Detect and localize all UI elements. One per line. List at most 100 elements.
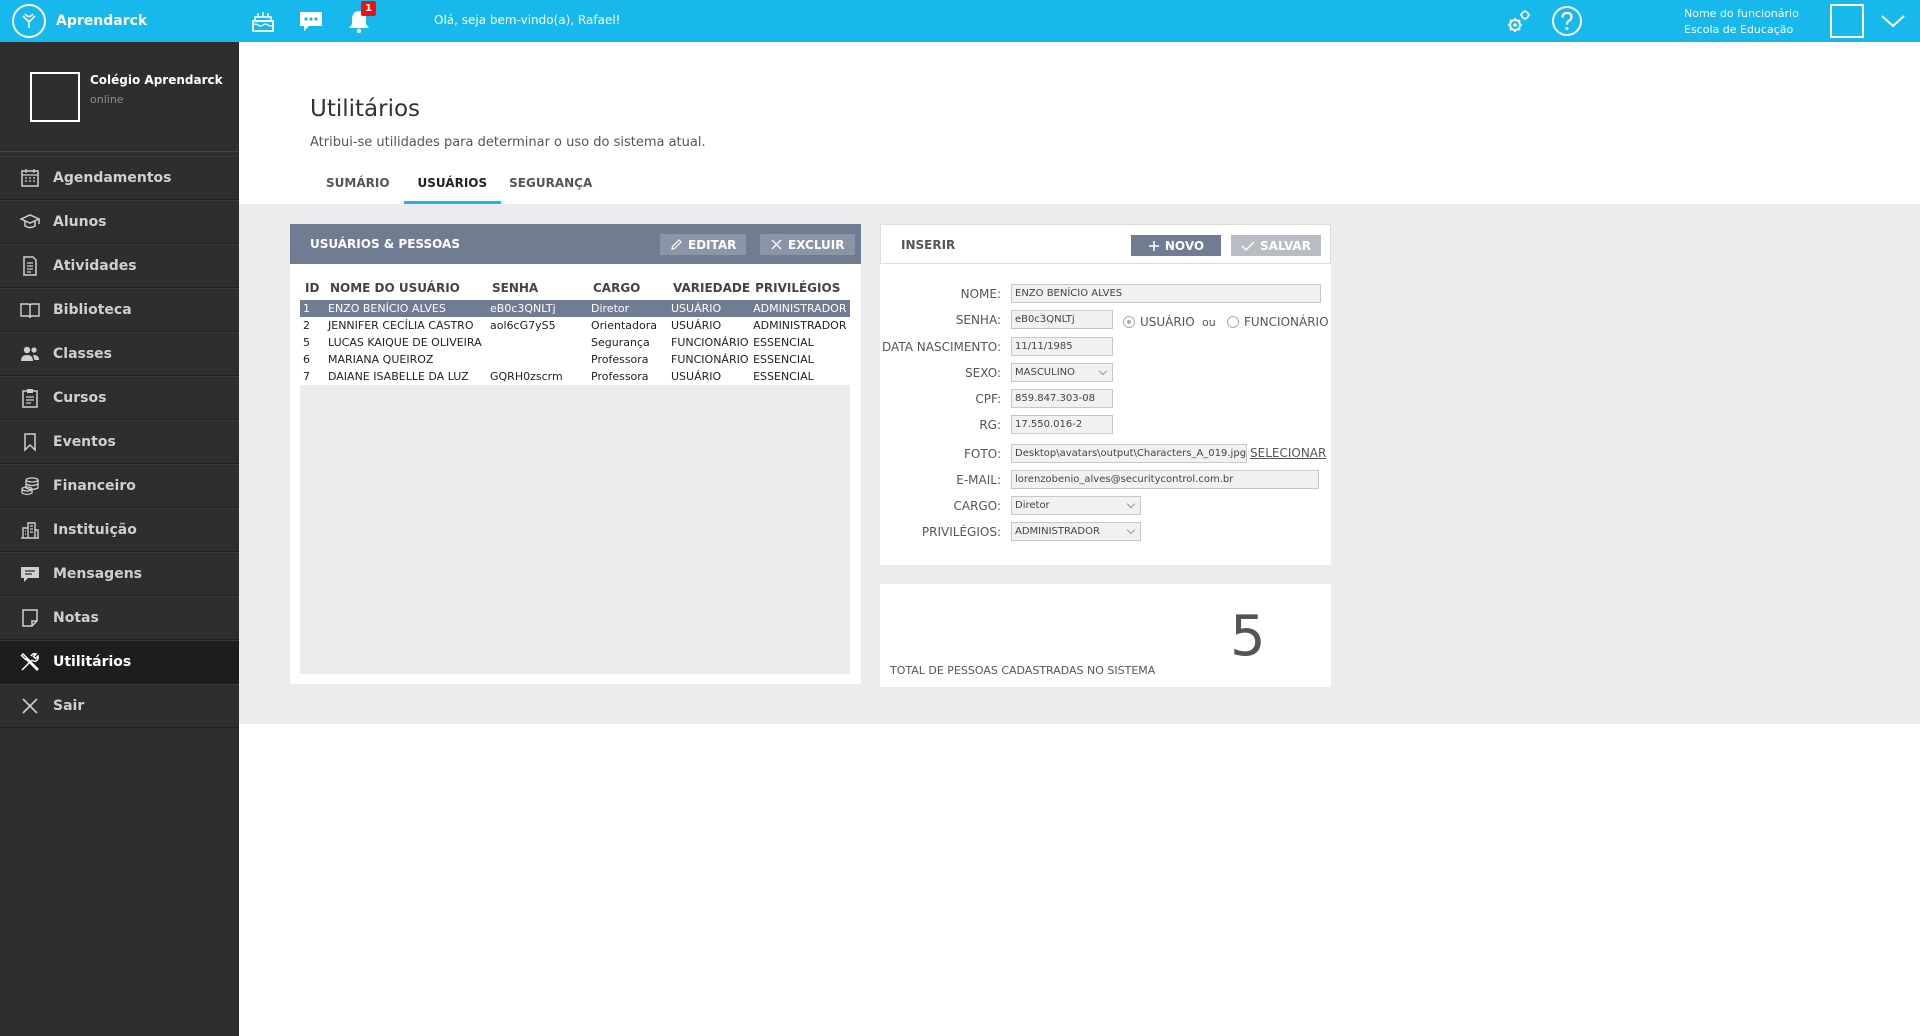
- users-panel-title: USUÁRIOS & PESSOAS: [310, 237, 460, 251]
- tools-icon: [20, 653, 39, 671]
- select-photo-link[interactable]: SELECIONAR: [1250, 446, 1326, 460]
- sidebar-item-label: Eventos: [53, 434, 116, 450]
- sidebar-item-eventos[interactable]: Eventos: [0, 420, 239, 464]
- sidebar-item-mensagens[interactable]: Mensagens: [0, 552, 239, 596]
- check-icon: [1241, 240, 1255, 251]
- chevron-down-icon[interactable]: [1878, 10, 1908, 32]
- cell-variety: FUNCIONÁRIO: [668, 351, 751, 368]
- cell-password: aol6cG7yS5: [487, 317, 588, 334]
- cell-role: Segurança: [588, 334, 668, 351]
- users-panel: USUÁRIOS & PESSOAS EDITAR EXCLUIR ID NOM…: [290, 224, 861, 684]
- save-button[interactable]: SALVAR: [1231, 235, 1321, 256]
- sidebar-item-notas[interactable]: Notas: [0, 596, 239, 640]
- sidebar-item-label: Cursos: [53, 390, 107, 406]
- table-row[interactable]: 6 MARIANA QUEIROZ Professora FUNCIONÁRIO…: [300, 351, 850, 368]
- sidebar-menu: Agendamentos Alunos Atividades Bibliotec…: [0, 156, 239, 728]
- sidebar-item-label: Notas: [53, 610, 99, 626]
- cell-privileges: ADMINISTRADOR: [750, 300, 850, 317]
- column-header-privileges[interactable]: PRIVILÉGIOS: [750, 276, 850, 300]
- cell-name: MARIANA QUEIROZ: [325, 351, 487, 368]
- users-table-area: ID NOME DO USUÁRIO SENHA CARGO VARIEDADE…: [300, 276, 850, 674]
- radio-user[interactable]: USUÁRIO: [1123, 315, 1195, 329]
- sidebar-item-cursos[interactable]: Cursos: [0, 376, 239, 420]
- sidebar-item-instituicao[interactable]: Instituição: [0, 508, 239, 552]
- name-label: NOME:: [960, 287, 1001, 301]
- tab-seguranca[interactable]: SEGURANÇA: [501, 170, 600, 204]
- brand[interactable]: Aprendarck: [12, 4, 147, 38]
- cell-privileges: ESSENCIAL: [750, 334, 850, 351]
- sidebar-item-classes[interactable]: Classes: [0, 332, 239, 376]
- privileges-label: PRIVILÉGIOS:: [921, 525, 1001, 539]
- close-icon: [771, 239, 782, 250]
- sidebar-item-utilitarios[interactable]: Utilitários: [0, 640, 239, 684]
- radio-employee-label: FUNCIONÁRIO: [1244, 315, 1329, 329]
- password-field[interactable]: eB0c3QNLTj: [1011, 310, 1113, 329]
- building-icon: [21, 522, 39, 539]
- radio-employee[interactable]: FUNCIONÁRIO: [1227, 315, 1329, 329]
- birth-date-label: DATA NASCIMENTO:: [882, 340, 1001, 354]
- sidebar-item-label: Agendamentos: [53, 170, 172, 186]
- photo-label: FOTO:: [964, 447, 1001, 461]
- cell-variety: USUÁRIO: [668, 368, 751, 385]
- cell-id: 2: [300, 317, 325, 334]
- column-header-role[interactable]: CARGO: [588, 276, 668, 300]
- user-avatar[interactable]: [1830, 4, 1864, 38]
- radio-employee-indicator: [1227, 316, 1239, 328]
- column-header-password[interactable]: SENHA: [487, 276, 588, 300]
- email-field[interactable]: lorenzobenio_alves@securitycontrol.com.b…: [1011, 470, 1319, 489]
- users-panel-header: USUÁRIOS & PESSOAS EDITAR EXCLUIR: [290, 224, 861, 264]
- new-button[interactable]: NOVO: [1131, 235, 1221, 256]
- cell-role: Orientadora: [588, 317, 668, 334]
- cell-privileges: ADMINISTRADOR: [750, 317, 850, 334]
- edit-button[interactable]: EDITAR: [660, 234, 747, 255]
- cell-variety: FUNCIONÁRIO: [668, 334, 751, 351]
- cell-password: GQRH0zscrm: [487, 368, 588, 385]
- close-icon: [22, 698, 38, 714]
- rg-label: RG:: [979, 418, 1001, 432]
- table-row[interactable]: 7 DAIANE ISABELLE DA LUZ GQRH0zscrm Prof…: [300, 368, 850, 385]
- sidebar-item-atividades[interactable]: Atividades: [0, 244, 239, 288]
- sidebar-item-biblioteca[interactable]: Biblioteca: [0, 288, 239, 332]
- photo-path-field[interactable]: Desktop\avatars\output\Characters_A_019.…: [1011, 444, 1247, 463]
- cell-name: LUCAS KAIQUE DE OLIVEIRA: [325, 334, 487, 351]
- radio-user-label: USUÁRIO: [1140, 315, 1195, 329]
- column-header-id[interactable]: ID: [300, 276, 325, 300]
- sidebar-item-agendamentos[interactable]: Agendamentos: [0, 156, 239, 200]
- delete-button-label: EXCLUIR: [788, 237, 845, 252]
- name-field[interactable]: ENZO BENÍCIO ALVES: [1011, 284, 1321, 303]
- sidebar-item-financeiro[interactable]: Financeiro: [0, 464, 239, 508]
- help-icon[interactable]: [1550, 4, 1584, 38]
- table-row[interactable]: 2 JENNIFER CECÍLIA CASTRO aol6cG7yS5 Ori…: [300, 317, 850, 334]
- page-title: Utilitários: [310, 96, 421, 122]
- insert-panel-title: INSERIR: [901, 238, 956, 252]
- birth-date-field[interactable]: 11/11/1985: [1011, 337, 1113, 356]
- cell-role: Professora: [588, 351, 668, 368]
- sex-select[interactable]: MASCULINO: [1011, 363, 1113, 382]
- document-icon: [23, 256, 37, 276]
- sidebar-item-label: Instituição: [53, 522, 137, 538]
- password-label: SENHA:: [955, 313, 1001, 327]
- chat-icon[interactable]: [294, 4, 328, 38]
- pencil-icon: [671, 239, 682, 250]
- birthday-cake-icon[interactable]: [246, 4, 280, 38]
- sidebar-item-label: Mensagens: [53, 566, 142, 582]
- column-header-name[interactable]: NOME DO USUÁRIO: [325, 276, 487, 300]
- table-header-row: ID NOME DO USUÁRIO SENHA CARGO VARIEDADE…: [300, 276, 850, 300]
- cell-role: Diretor: [588, 300, 668, 317]
- delete-button[interactable]: EXCLUIR: [760, 234, 855, 255]
- privileges-select[interactable]: ADMINISTRADOR: [1011, 522, 1141, 541]
- table-row[interactable]: 1 ENZO BENÍCIO ALVES eB0c3QNLTj Diretor …: [300, 300, 850, 317]
- table-row[interactable]: 5 LUCAS KAIQUE DE OLIVEIRA Segurança FUN…: [300, 334, 850, 351]
- sidebar-item-alunos[interactable]: Alunos: [0, 200, 239, 244]
- rg-field[interactable]: 17.550.016-2: [1011, 415, 1113, 434]
- sidebar-item-sair[interactable]: Sair: [0, 684, 239, 728]
- column-header-variety[interactable]: VARIEDADE: [668, 276, 751, 300]
- tab-usuarios[interactable]: USUÁRIOS: [403, 170, 502, 204]
- tab-sumario[interactable]: SUMÁRIO: [318, 170, 404, 204]
- notification-bell-icon[interactable]: 1: [342, 1, 376, 38]
- settings-gears-icon[interactable]: [1502, 4, 1536, 38]
- insert-panel: INSERIR NOVO SALVAR NOME: ENZO BENÍCIO A…: [880, 224, 1331, 565]
- cpf-field[interactable]: 859.847.303-08: [1011, 389, 1113, 408]
- radio-separator: ou: [1202, 316, 1216, 329]
- role-select[interactable]: Diretor: [1011, 496, 1141, 515]
